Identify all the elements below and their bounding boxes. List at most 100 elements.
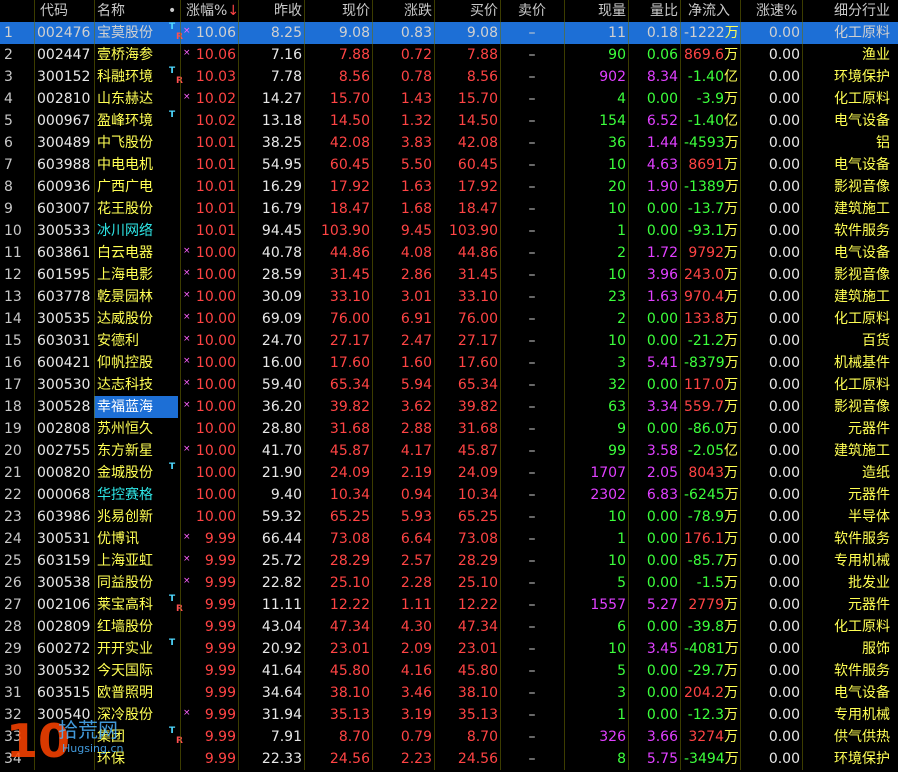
table-row[interactable]: 28 002809 红墙股份 9.99 43.04 47.34 4.30 47.34–6 0.0…: [0, 616, 898, 638]
stock-flags: TR: [164, 66, 183, 88]
ask-price: –: [528, 223, 536, 239]
table-row[interactable]: 5 000967 盈峰环境 T 10.02 13.18 14.50 1.32 14.50–154…: [0, 110, 898, 132]
row-index: 22: [4, 487, 22, 503]
net-inflow: -29.7万: [684, 660, 738, 682]
header-name[interactable]: 名称: [97, 0, 177, 22]
table-row[interactable]: 19 002808 苏州恒久 10.00 28.80 31.68 2.88 31.68–9 0.…: [0, 418, 898, 440]
net-inflow-unit: 亿: [724, 443, 738, 459]
current-volume: 4: [617, 91, 626, 107]
industry: 建筑施工: [834, 443, 890, 459]
table-row[interactable]: 3300152科融环境TR10.037.788.560.788.56–9028.…: [0, 66, 898, 88]
table-row[interactable]: 4 002810 山东赫达 × 10.02 14.27 15.70 1.43 15.70–4 0.…: [0, 88, 898, 110]
header-code[interactable]: 代码: [40, 0, 98, 22]
table-row[interactable]: 17 300530 达志科技 × 10.00 59.40 65.34 5.94 65.34–32…: [0, 374, 898, 396]
stock-code: 000967: [37, 113, 91, 129]
table-row[interactable]: 9 603007 花王股份 10.01 16.79 18.47 1.68 18.47–10 0.…: [0, 198, 898, 220]
table-row[interactable]: 21 000820 金城股份 T 10.00 21.90 24.09 2.19 24.09–17…: [0, 462, 898, 484]
table-row[interactable]: 10 300533 冰川网络 10.01 94.45 103.90 9.45 103.90–1…: [0, 220, 898, 242]
industry: 化工原料: [834, 311, 890, 327]
stock-code: 600421: [37, 355, 91, 371]
table-row[interactable]: 14 300535 达威股份 × 10.00 69.09 76.00 6.91 76.00–2 0…: [0, 308, 898, 330]
t-flag-icon: T: [169, 638, 176, 648]
stock-flags: ×: [164, 88, 191, 110]
current-price: 33.10: [329, 289, 370, 305]
industry: 建筑施工: [834, 289, 890, 305]
table-row[interactable]: 13 603778 乾景园林 × 10.00 30.09 33.10 3.01 33.10–23…: [0, 286, 898, 308]
net-inflow: 8691万: [684, 154, 738, 176]
current-volume: 5: [617, 663, 626, 679]
current-volume: 3: [617, 355, 626, 371]
table-row[interactable]: 23 603986 兆易创新 10.00 59.32 65.25 5.93 65.25–10 0…: [0, 506, 898, 528]
rise-speed: 0.00: [768, 201, 800, 217]
table-row[interactable]: 32 300540 深冷股份 × 9.99 31.94 35.13 3.19 35.13–1 0.…: [0, 704, 898, 726]
prev-close: 14.27: [261, 91, 302, 107]
table-row[interactable]: 25 603159 上海亚虹 × 9.99 25.72 28.29 2.57 28.29–10 0…: [0, 550, 898, 572]
industry: 渔业: [862, 47, 890, 63]
table-row[interactable]: 31 603515 欧普照明 9.99 34.64 38.10 3.46 38.10–3 0.0…: [0, 682, 898, 704]
table-row[interactable]: 26 300538 同益股份 × 9.99 22.82 25.10 2.28 25.10–5 0.…: [0, 572, 898, 594]
table-row[interactable]: 6 300489 中飞股份 10.01 38.25 42.08 3.83 42.08–36 1.…: [0, 132, 898, 154]
stock-code: 300530: [37, 377, 91, 393]
volume-ratio: 1.63: [646, 289, 678, 305]
price-change: 3.46: [400, 685, 432, 701]
ask-price: –: [528, 443, 536, 459]
table-row[interactable]: 1002476宝莫股份TR×10.068.259.080.839.08–110.…: [0, 22, 898, 44]
header-prev-close[interactable]: 昨收: [240, 0, 302, 22]
net-inflow-value: 133.8: [684, 311, 725, 327]
table-row[interactable]: 12 601595 上海电影 × 10.00 28.59 31.45 2.86 31.45–10…: [0, 264, 898, 286]
net-inflow-value: 117.0: [684, 377, 725, 393]
table-row[interactable]: 16 600421 仰帆控股 × 10.00 16.00 17.60 1.60 17.60–3 5…: [0, 352, 898, 374]
current-price: 7.88: [338, 47, 370, 63]
volume-ratio: 5.41: [646, 355, 678, 371]
current-price: 31.68: [329, 421, 370, 437]
header-current-price[interactable]: 现价: [306, 0, 370, 22]
table-row[interactable]: 8 600936 广西广电 10.01 16.29 17.92 1.63 17.92–20 1.…: [0, 176, 898, 198]
header-change[interactable]: 涨跌: [374, 0, 432, 22]
price-change: 4.16: [400, 663, 432, 679]
table-row[interactable]: 18 300528 幸福蓝海 × 10.00 36.20 39.82 3.62 39.82–63…: [0, 396, 898, 418]
ask-price: –: [528, 465, 536, 481]
prev-close: 59.40: [261, 377, 302, 393]
table-row[interactable]: 20 002755 东方新星 × 10.00 41.70 45.87 4.17 45.87–99…: [0, 440, 898, 462]
pct-change: 9.99: [204, 707, 236, 723]
table-row[interactable]: 2 002447 壹桥海参 × 10.06 7.16 7.88 0.72 7.88–90 0.06…: [0, 44, 898, 66]
table-row[interactable]: 15 603031 安德利 × 10.00 24.70 27.17 2.47 27.17–10 0…: [0, 330, 898, 352]
header-industry[interactable]: 细分行业: [804, 0, 890, 22]
prev-close: 30.09: [261, 289, 302, 305]
rise-speed: 0.00: [768, 47, 800, 63]
ask-price: –: [528, 487, 536, 503]
net-inflow-value: -86.0: [687, 421, 724, 437]
ask-price: –: [528, 311, 536, 327]
table-row[interactable]: 22 000068 华控赛格 10.00 9.40 10.34 0.94 10.34–2302…: [0, 484, 898, 506]
table-row[interactable]: 7 603988 中电电机 10.01 54.95 60.45 5.50 60.45–10 4.…: [0, 154, 898, 176]
rise-speed: 0.00: [768, 25, 800, 41]
rise-speed: 0.00: [768, 729, 800, 745]
table-row[interactable]: 24 300531 优博讯 × 9.99 66.44 73.08 6.64 73.08–1 0.0…: [0, 528, 898, 550]
header-bid[interactable]: 买价: [436, 0, 498, 22]
header-pct[interactable]: 涨幅%↓: [186, 0, 239, 22]
prev-close: 16.29: [261, 179, 302, 195]
table-row[interactable]: 29 600272 开开实业 T 9.99 20.92 23.01 2.09 23.01–10 3…: [0, 638, 898, 660]
bid-price: 45.80: [457, 663, 498, 679]
header-ask[interactable]: 卖价: [502, 0, 562, 22]
table-row[interactable]: 30 300532 今天国际 9.99 41.64 45.80 4.16 45.80–5 0.0…: [0, 660, 898, 682]
bid-price: 18.47: [457, 201, 498, 217]
table-row[interactable]: 33集团TR9.997.918.700.798.70–3263.663274万0…: [0, 726, 898, 748]
industry: 铝: [876, 135, 890, 151]
net-inflow: -4593万: [684, 132, 739, 154]
header-volume-ratio[interactable]: 量比: [630, 0, 678, 22]
table-row[interactable]: 34 环保 9.99 22.33 24.56 2.23 24.56–8 5.75 -3494万 0…: [0, 748, 898, 770]
current-price: 47.34: [329, 619, 370, 635]
ask-price: –: [528, 91, 536, 107]
industry: 环境保护: [834, 69, 890, 85]
header-volume[interactable]: 现量: [566, 0, 626, 22]
row-index: 5: [4, 113, 13, 129]
current-price: 65.34: [329, 377, 370, 393]
table-row[interactable]: 11 603861 白云电器 × 10.00 40.78 44.86 4.08 44.86–2 1…: [0, 242, 898, 264]
net-inflow: -13.7万: [684, 198, 738, 220]
row-index: 12: [4, 267, 22, 283]
current-price: 15.70: [329, 91, 370, 107]
header-net-inflow[interactable]: 净流入: [688, 0, 742, 22]
table-row[interactable]: 27002106莱宝高科TR9.9911.1112.221.1112.22–15…: [0, 594, 898, 616]
prev-close: 7.91: [270, 729, 302, 745]
